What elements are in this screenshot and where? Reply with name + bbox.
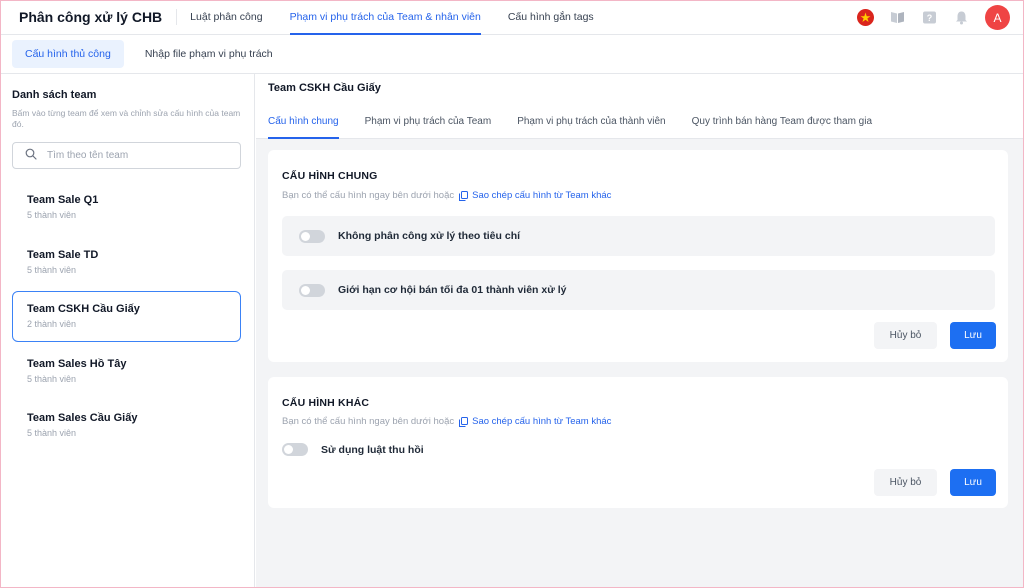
tab-sales-process[interactable]: Quy trình bán hàng Team được tham gia xyxy=(692,104,872,139)
cancel-button[interactable]: Hủy bỏ xyxy=(874,322,937,349)
team-title: Team CSKH Cầu Giấy xyxy=(268,82,381,94)
limit-toggle[interactable] xyxy=(299,283,325,297)
team-name: Team Sales Cầu Giấy xyxy=(27,412,138,424)
help-icon[interactable]: ? xyxy=(921,9,938,26)
svg-text:?: ? xyxy=(927,13,933,23)
team-search-box[interactable] xyxy=(12,142,241,169)
card-subtitle-text: Bạn có thể cấu hình ngay bên dưới hoặc xyxy=(282,190,455,201)
team-member-count: 5 thành viên xyxy=(27,210,77,220)
copy-config-link[interactable]: Sao chép cấu hình từ Team khác xyxy=(459,416,611,427)
team-search-input[interactable] xyxy=(47,150,227,161)
cancel-button[interactable]: Hủy bỏ xyxy=(874,469,937,496)
search-icon xyxy=(25,147,37,165)
copy-config-label: Sao chép cấu hình từ Team khác xyxy=(472,416,612,427)
team-item[interactable]: Team Sale Q1 5 thành viên xyxy=(12,182,241,233)
team-sidebar: Danh sách team Bấm vào từng team để xem … xyxy=(0,74,255,588)
team-member-count: 5 thành viên xyxy=(27,428,77,438)
sidebar-description: Bấm vào từng team để xem và chỉnh sửa cấ… xyxy=(12,108,241,129)
team-member-count: 2 thành viên xyxy=(27,319,77,329)
avatar[interactable]: A xyxy=(985,5,1010,30)
team-item[interactable]: Team Sales Cầu Giấy 5 thành viên xyxy=(12,400,241,451)
recall-rule-label: Sử dụng luật thu hồi xyxy=(321,443,424,456)
criteria-row: Giới hạn cơ hội bán tối đa 01 thành viên… xyxy=(282,270,995,310)
top-nav-tag-config[interactable]: Cấu hình gắn tags xyxy=(508,0,594,35)
top-nav-scope[interactable]: Phạm vi phụ trách của Team & nhân viên xyxy=(289,0,482,35)
team-item-selected[interactable]: Team CSKH Cầu Giấy 2 thành viên xyxy=(12,291,241,342)
tab-member-scope[interactable]: Phạm vi phụ trách của thành viên xyxy=(517,104,665,139)
card-title: CẤU HÌNH KHÁC xyxy=(282,397,370,409)
app-title: Phân công xử lý CHB xyxy=(0,9,178,25)
team-list: Team Sale Q1 5 thành viên Team Sale TD 5… xyxy=(12,182,241,455)
criteria-label: Không phân công xử lý theo tiêu chí xyxy=(338,230,521,242)
team-item[interactable]: Team Sale TD 5 thành viên xyxy=(12,237,241,288)
card-subtitle-text: Bạn có thể cấu hình ngay bên dưới hoặc xyxy=(282,416,455,427)
recall-rule-row: Sử dụng luật thu hồi xyxy=(282,443,424,456)
card-subtitle: Bạn có thể cấu hình ngay bên dưới hoặc S… xyxy=(282,416,611,427)
team-name: Team CSKH Cầu Giấy xyxy=(27,303,140,315)
config-tabs: Cấu hình chung Phạm vi phụ trách của Tea… xyxy=(268,104,898,139)
tab-team-scope[interactable]: Phạm vi phụ trách của Team xyxy=(365,104,492,139)
sub-tabs: Cấu hình thủ công Nhập file phạm vi phụ … xyxy=(0,35,1024,74)
sub-tab-manual-config[interactable]: Cấu hình thủ công xyxy=(12,40,124,68)
copy-config-label: Sao chép cấu hình từ Team khác xyxy=(472,190,612,201)
save-button[interactable]: Lưu xyxy=(950,322,996,349)
copy-config-link[interactable]: Sao chép cấu hình từ Team khác xyxy=(459,190,611,201)
top-icons: ? A xyxy=(842,5,1010,30)
card-subtitle: Bạn có thể cấu hình ngay bên dưới hoặc S… xyxy=(282,190,611,201)
copy-icon xyxy=(459,190,469,201)
criteria-row: Không phân công xử lý theo tiêu chí xyxy=(282,216,995,256)
card-title: CẤU HÌNH CHUNG xyxy=(282,170,378,182)
vietnam-flag-icon[interactable] xyxy=(857,9,874,26)
criteria-label: Giới hạn cơ hội bán tối đa 01 thành viên… xyxy=(338,284,567,296)
team-item[interactable]: Team Sales Hồ Tây 5 thành viên xyxy=(12,346,241,397)
top-nav-assignment-rules[interactable]: Luật phân công xyxy=(190,0,262,35)
sub-tab-import-file[interactable]: Nhập file phạm vi phụ trách xyxy=(132,40,286,68)
team-name: Team Sale TD xyxy=(27,248,99,261)
tab-general-config[interactable]: Cấu hình chung xyxy=(268,104,339,139)
sidebar-title: Danh sách team xyxy=(12,89,97,101)
save-button[interactable]: Lưu xyxy=(950,469,996,496)
main-panel: Team CSKH Cầu Giấy Cấu hình chung Phạm v… xyxy=(256,74,1024,588)
copy-icon xyxy=(459,416,469,427)
team-member-count: 5 thành viên xyxy=(27,373,77,384)
team-member-count: 5 thành viên xyxy=(27,264,77,275)
general-config-card: CẤU HÌNH CHUNG Bạn có thể cấu hình ngay … xyxy=(268,150,1008,362)
main-header: Team CSKH Cầu Giấy Cấu hình chung Phạm v… xyxy=(256,74,1024,139)
team-name: Team Sale Q1 xyxy=(27,194,99,206)
bell-icon[interactable] xyxy=(953,9,970,26)
top-nav: Luật phân công Phạm vi phụ trách của Tea… xyxy=(190,0,621,35)
recall-rule-toggle[interactable] xyxy=(282,443,308,456)
top-bar: Phân công xử lý CHB Luật phân công Phạm … xyxy=(0,0,1024,35)
criteria-toggle[interactable] xyxy=(299,229,325,243)
other-config-card: CẤU HÌNH KHÁC Bạn có thể cấu hình ngay b… xyxy=(268,377,1008,508)
team-name: Team Sales Hồ Tây xyxy=(27,357,127,370)
book-icon[interactable] xyxy=(889,9,906,26)
